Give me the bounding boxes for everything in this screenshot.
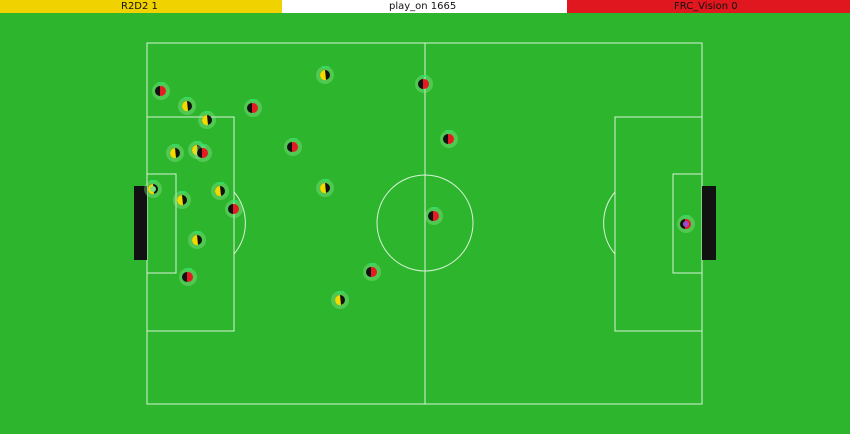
yellow-player-y3[interactable] bbox=[198, 111, 216, 129]
right-goal bbox=[702, 186, 716, 260]
red-player-r5[interactable] bbox=[284, 138, 302, 156]
yellow-player-y1[interactable] bbox=[316, 66, 334, 84]
yellow-player-y7[interactable] bbox=[316, 179, 334, 197]
red-player-r10[interactable] bbox=[179, 268, 197, 286]
red-player-r3[interactable] bbox=[415, 75, 433, 93]
red-player-r9[interactable] bbox=[363, 263, 381, 281]
yellow-player-y6[interactable] bbox=[211, 182, 229, 200]
red-goalkeeper-marker bbox=[683, 221, 689, 227]
red-player-r1[interactable] bbox=[152, 82, 170, 100]
yellow-goalkeeper-marker bbox=[150, 186, 156, 192]
red-player-r7[interactable] bbox=[225, 200, 243, 218]
left-goal bbox=[134, 186, 147, 260]
red-player-r6[interactable] bbox=[194, 144, 212, 162]
right-penalty-arc bbox=[603, 191, 616, 255]
soccer-field bbox=[134, 42, 716, 405]
yellow-player-y4[interactable] bbox=[166, 144, 184, 162]
red-player-r8[interactable] bbox=[425, 207, 443, 225]
players-layer bbox=[144, 66, 695, 309]
yellow-player-y10[interactable] bbox=[331, 291, 349, 309]
yellow-player-y2[interactable] bbox=[178, 97, 196, 115]
red-player-r4[interactable] bbox=[440, 130, 458, 148]
yellow-player-y9[interactable] bbox=[188, 231, 206, 249]
yellow-player-y8[interactable] bbox=[173, 191, 191, 209]
red-player-r2[interactable] bbox=[244, 99, 262, 117]
